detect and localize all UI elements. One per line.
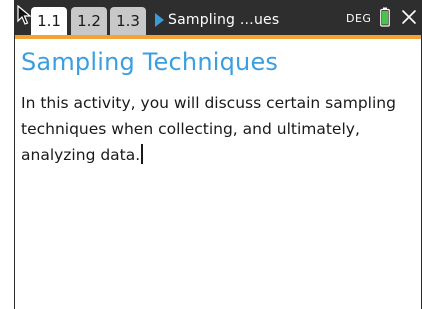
play-triangle-icon [155, 13, 164, 27]
tab-page-1-2[interactable]: 1.2 [71, 7, 107, 35]
tab-label: 1.3 [116, 12, 140, 30]
tab-label: 1.1 [37, 12, 61, 30]
document-title: Sampling …ues [168, 12, 280, 28]
cursor-arrow-icon [17, 5, 31, 25]
page-content[interactable]: Sampling Techniques In this activity, yo… [21, 44, 413, 168]
tab-page-1-1[interactable]: 1.1 [31, 7, 67, 35]
text-cursor [141, 144, 143, 164]
document-frame: 1.1 1.2 1.3 Sampling …ues DEG Sampling T… [14, 0, 422, 309]
body-text-area[interactable]: In this activity, you will discuss certa… [21, 90, 401, 168]
top-toolbar: 1.1 1.2 1.3 Sampling …ues DEG [15, 0, 421, 39]
angle-mode-indicator: DEG [346, 12, 372, 25]
document-title-button[interactable]: Sampling …ues [155, 10, 279, 30]
tab-page-1-3[interactable]: 1.3 [110, 7, 146, 35]
battery-icon [380, 7, 390, 27]
page-heading: Sampling Techniques [21, 48, 279, 76]
close-icon[interactable] [401, 9, 417, 25]
body-text: In this activity, you will discuss certa… [21, 94, 396, 164]
tab-label: 1.2 [77, 12, 101, 30]
